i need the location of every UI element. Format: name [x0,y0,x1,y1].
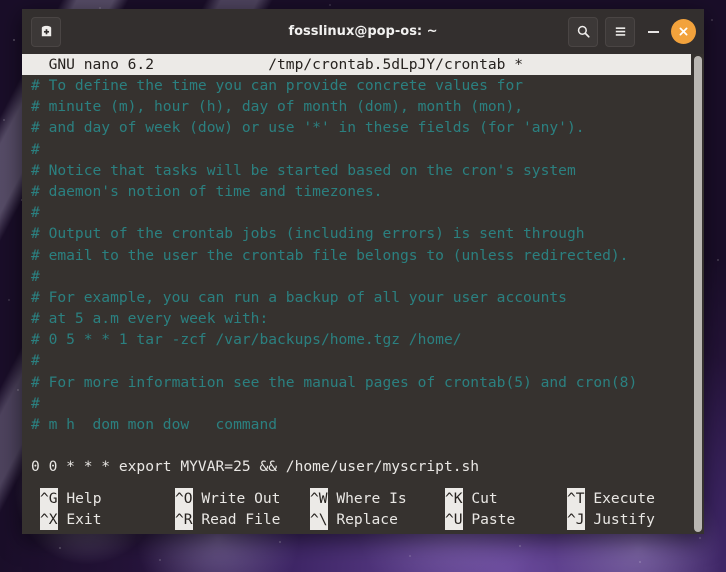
shortcut-label: Help [57,489,102,507]
shortcut-paste[interactable]: ^U Paste [445,508,516,531]
nano-shortcut-footer: ^G Help ^O Write Out ^W Where Is ^K Cut ^T E… [22,487,691,534]
shortcut-cut[interactable]: ^K Cut [445,487,498,509]
editor-line: # [31,204,40,222]
editor-line: # [31,267,40,285]
hamburger-menu-icon[interactable] [605,16,635,47]
editor-line: # For more information see the manual pa… [31,373,638,391]
editor-line: # [31,140,40,158]
nano-editor-area[interactable]: # To define the time you can provide con… [22,75,704,478]
hamburger-glyph [615,27,625,36]
shortcut-label: Cut [462,489,498,507]
scrollbar[interactable] [691,54,704,534]
terminal-window: fosslinux@pop-os: ~ GNU nano 6.2 /tmp/cr… [22,9,704,534]
search-glyph [577,25,590,38]
window-controls [568,16,696,47]
shortcut-key[interactable]: ^J [567,508,585,531]
editor-line: # For example, you can run a backup of a… [31,288,567,306]
shortcut-execute[interactable]: ^T Execute [567,487,655,509]
editor-line: 0 0 * * * export MYVAR=25 && /home/user/… [31,458,480,476]
editor-line: # Output of the crontab jobs (including … [31,225,585,243]
shortcut-label: Exit [57,510,102,528]
editor-line: # email to the user the crontab file bel… [31,246,629,264]
editor-line: # Notice that tasks will be started base… [31,161,576,179]
shortcut-label: Replace [327,510,398,528]
close-glyph [679,27,688,36]
shortcut-row-2: ^X Exit ^R Read File ^\ Replace ^U Paste ^J … [31,508,691,531]
shortcut-key[interactable]: ^R [175,508,193,531]
shortcut-key[interactable]: ^X [40,508,58,531]
shortcut-label: Paste [462,510,516,528]
shortcut-key[interactable]: ^O [175,487,193,509]
shortcut-help[interactable]: ^G Help [40,487,102,509]
shortcut-label: Write Out [192,489,281,507]
nano-header-bar: GNU nano 6.2 /tmp/crontab.5dLpJY/crontab… [22,54,691,75]
shortcut-label: Where Is [327,489,407,507]
close-icon[interactable] [671,19,696,44]
minimize-icon[interactable] [642,18,664,46]
shortcut-key[interactable]: ^\ [310,508,328,531]
shortcut-label: Execute [584,489,655,507]
shortcut-exit[interactable]: ^X Exit [40,508,102,531]
editor-line: # and day of week (dow) or use '*' in th… [31,119,585,137]
editor-line: # 0 5 * * 1 tar -zcf /var/backups/home.t… [31,331,462,349]
shortcut-key[interactable]: ^G [40,487,58,509]
search-icon[interactable] [568,16,598,47]
shortcut-label: Justify [584,510,655,528]
window-title-bar: fosslinux@pop-os: ~ [22,9,704,54]
shortcut-key[interactable]: ^T [567,487,585,509]
shortcut-replace[interactable]: ^\ Replace [310,508,398,531]
editor-line: # minute (m), hour (h), day of month (do… [31,98,524,116]
editor-line: # at 5 a.m every week with: [31,310,269,328]
shortcut-row-1: ^G Help ^O Write Out ^W Where Is ^K Cut ^T E… [31,487,691,509]
editor-line: # [31,394,40,412]
editor-line: # m h dom mon dow command [31,416,278,433]
terminal-content[interactable]: GNU nano 6.2 /tmp/crontab.5dLpJY/crontab… [22,54,704,534]
editor-line: # [31,352,40,370]
shortcut-key[interactable]: ^K [445,487,463,509]
shortcut-where-is[interactable]: ^W Where Is [310,487,407,509]
shortcut-justify[interactable]: ^J Justify [567,508,655,531]
shortcut-key[interactable]: ^U [445,508,463,531]
shortcut-write-out[interactable]: ^O Write Out [175,487,281,509]
editor-line: # daemon's notion of time and timezones. [31,182,383,200]
new-terminal-icon[interactable] [31,16,61,47]
scrollbar-thumb[interactable] [694,56,702,532]
editor-line: # To define the time you can provide con… [31,77,524,94]
shortcut-label: Read File [192,510,281,528]
shortcut-read-file[interactable]: ^R Read File [175,508,281,531]
new-terminal-glyph [41,25,51,37]
shortcut-key[interactable]: ^W [310,487,328,509]
